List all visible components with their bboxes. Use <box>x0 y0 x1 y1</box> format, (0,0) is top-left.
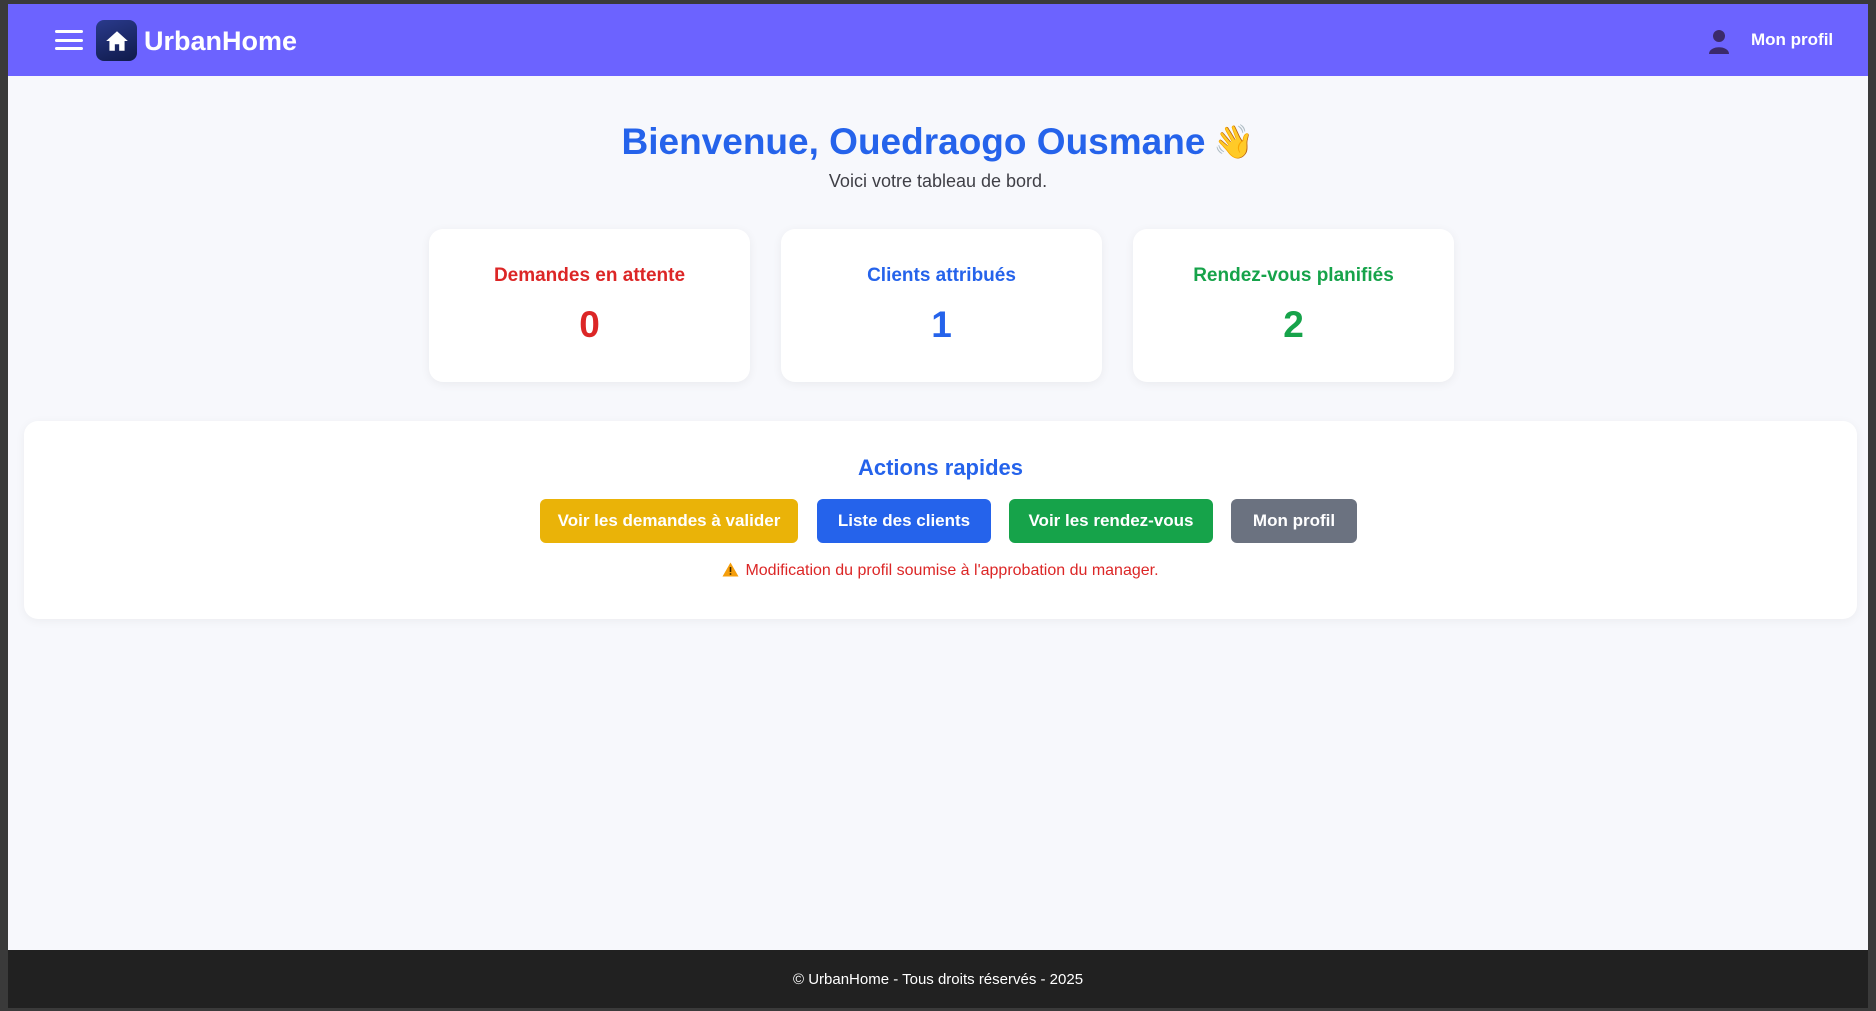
top-navbar: UrbanHome Mon profil <box>8 4 1868 76</box>
warning-text: Modification du profil soumise à l'appro… <box>745 562 1159 579</box>
view-appointments-button[interactable]: Voir les rendez-vous <box>1009 499 1213 543</box>
view-requests-button[interactable]: Voir les demandes à valider <box>540 499 798 543</box>
stat-card-assigned-clients: Clients attribués 1 <box>781 229 1102 382</box>
quick-actions-panel: Actions rapides Voir les demandes à vali… <box>24 421 1857 619</box>
stat-label: Clients attribués <box>867 265 1016 286</box>
quick-actions-title: Actions rapides <box>857 455 1024 480</box>
stat-value: 2 <box>1283 304 1304 345</box>
stat-label: Rendez-vous planifiés <box>1193 265 1394 286</box>
home-icon[interactable] <box>96 20 137 61</box>
brand-name[interactable]: UrbanHome <box>144 26 297 56</box>
hamburger-menu-icon[interactable] <box>55 30 83 50</box>
client-list-button[interactable]: Liste des clients <box>817 499 991 543</box>
profile-approval-warning: Modification du profil soumise à l'appro… <box>24 561 1857 583</box>
stat-value: 1 <box>931 304 952 345</box>
stat-card-pending-requests: Demandes en attente 0 <box>429 229 750 382</box>
footer-text: © UrbanHome - Tous droits réservés - 202… <box>792 970 1084 988</box>
stat-label: Demandes en attente <box>493 265 686 286</box>
user-icon[interactable] <box>1708 28 1730 54</box>
welcome-heading: Bienvenue, Ouedraogo Ousmane 👋 <box>8 120 1868 164</box>
stat-value: 0 <box>579 304 600 345</box>
welcome-title: Bienvenue, Ouedraogo Ousmane <box>621 121 1206 162</box>
warning-icon <box>722 562 739 583</box>
app-window: UrbanHome Mon profil Bienvenue, Ouedraog… <box>8 4 1868 1008</box>
waving-hand-icon: 👋 <box>1213 123 1255 160</box>
profile-link[interactable]: Mon profil <box>1751 30 1833 50</box>
welcome-subtitle: Voici votre tableau de bord. <box>828 171 1048 191</box>
my-profile-button[interactable]: Mon profil <box>1231 499 1357 543</box>
footer: © UrbanHome - Tous droits réservés - 202… <box>8 950 1868 1008</box>
stat-card-scheduled-appointments: Rendez-vous planifiés 2 <box>1133 229 1454 382</box>
